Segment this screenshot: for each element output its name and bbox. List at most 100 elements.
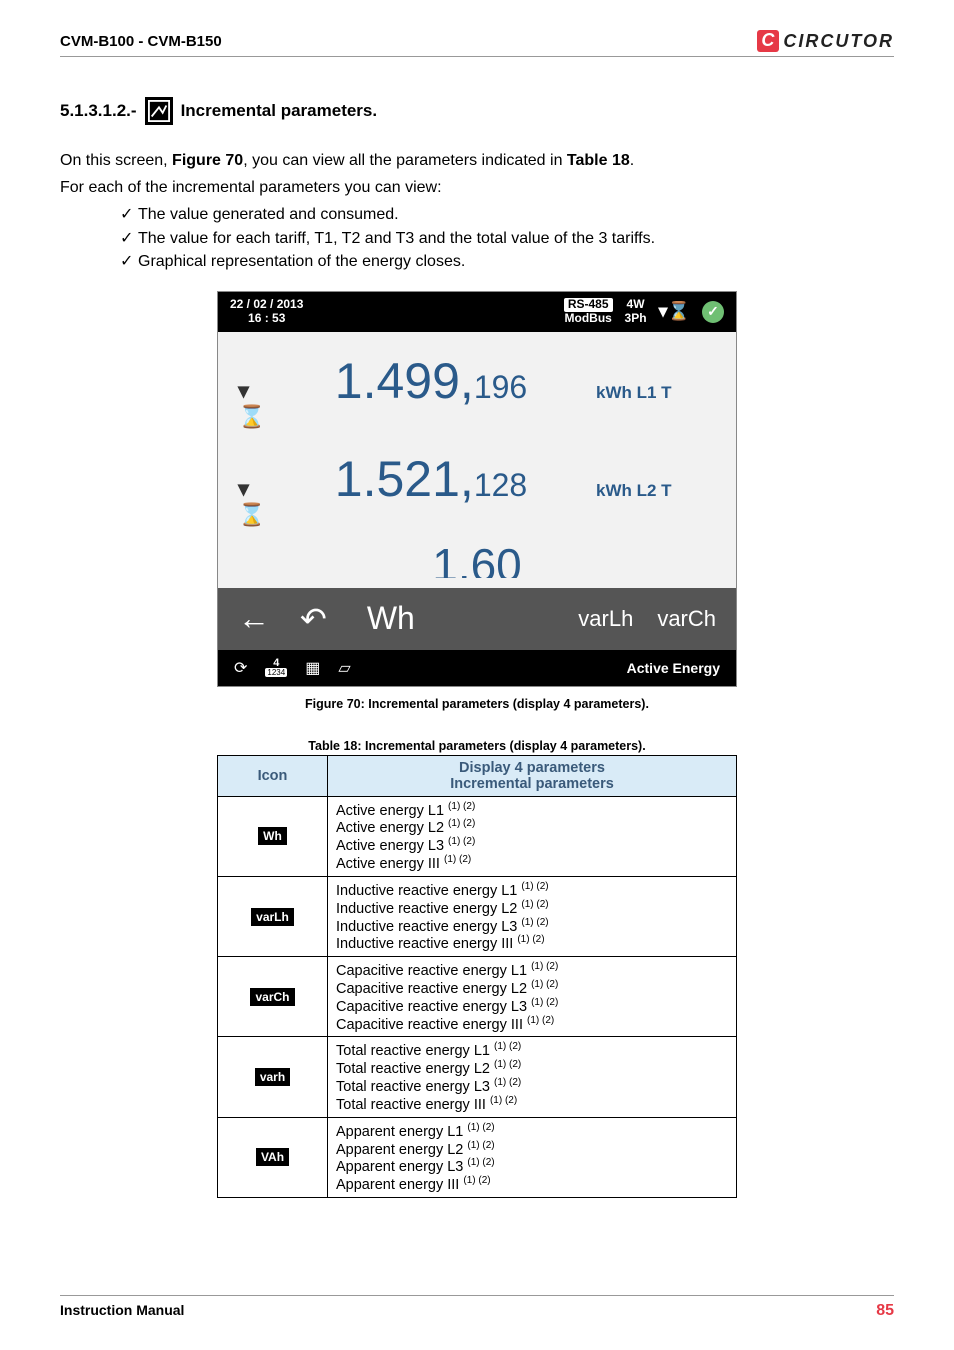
bullet-item: Graphical representation of the energy c… [120,250,894,273]
parameter-line: Apparent energy L2 (1) (2) [336,1140,728,1158]
parameter-line: Capacitive reactive energy L1 (1) (2) [336,961,728,979]
parameter-line: Capacitive reactive energy L2 (1) (2) [336,979,728,997]
parameter-icon-badge: varLh [251,908,294,926]
page-number: 85 [876,1302,894,1320]
parameter-icon-badge: varCh [250,988,294,1006]
section-heading: 5.1.3.1.2.- Incremental parameters. [60,97,894,125]
reading-partial: 1.60 [218,538,736,578]
intro-post: . [630,152,634,169]
icon-cell: varh [218,1037,328,1117]
bullet-item: The value generated and consumed. [120,203,894,226]
parameter-icon-badge: varh [255,1068,290,1086]
parameter-line: Capacitive reactive energy L3 (1) (2) [336,997,728,1015]
reading-row-1: ▾⌛ 1.499,196 kWh L1 T [218,342,736,440]
parameter-line: Total reactive energy L2 (1) (2) [336,1059,728,1077]
icon-cell: VAh [218,1117,328,1197]
parameter-line: Active energy L2 (1) (2) [336,818,728,836]
undo-arrow-icon[interactable]: ↶ [300,600,327,638]
rs485-label: RS-485 [564,298,613,312]
page-header: CVM-B100 - CVM-B150 CIRCUTOR [60,30,894,57]
intro-line-1: On this screen, Figure 70, you can view … [60,149,894,172]
brand-logo: CIRCUTOR [757,30,894,52]
grid-icon: ▦ [305,658,320,678]
icon-cell: Wh [218,796,328,876]
section-number: 5.1.3.1.2.- [60,101,137,121]
parameter-icon-badge: Wh [258,827,287,845]
device-screenshot: 22 / 02 / 2013 16 : 53 RS-485 ModBus 4W … [217,291,737,687]
icon-cell: varLh [218,876,328,956]
table-row: varLh Inductive reactive energy L1 (1) (2… [218,876,737,956]
hourglass-icon: ▾⌛ [238,476,266,528]
device-softkey-bar: ← ↶ Wh varLh varCh [218,588,736,650]
parameter-line: Inductive reactive energy L3 (1) (2) [336,917,728,935]
parameter-line: Active energy III (1) (2) [336,854,728,872]
chart-icon: ▱ [338,658,350,678]
table-header-desc: Display 4 parametersIncremental paramete… [328,755,737,796]
parameter-line: Apparent energy L1 (1) (2) [336,1122,728,1140]
parameter-line: Total reactive energy L1 (1) (2) [336,1041,728,1059]
description-cell: Total reactive energy L1 (1) (2)Total re… [328,1037,737,1117]
description-cell: Apparent energy L1 (1) (2)Apparent energ… [328,1117,737,1197]
incremental-icon [145,97,173,125]
status-ok-icon: ✓ [702,301,724,323]
parameter-line: Inductive reactive energy L1 (1) (2) [336,881,728,899]
active-energy-label: Active Energy [627,660,720,676]
section-title: Incremental parameters. [181,101,378,121]
reading-value-2: 1.521,128 [266,450,596,508]
description-cell: Inductive reactive energy L1 (1) (2)Indu… [328,876,737,956]
parameter-line: Apparent energy III (1) (2) [336,1175,728,1193]
intro-mid: , you can view all the parameters indica… [243,152,567,169]
table-caption: Table 18: Incremental parameters (displa… [60,739,894,753]
varlh-label[interactable]: varLh [578,606,633,632]
parameter-line: Inductive reactive energy L2 (1) (2) [336,899,728,917]
logo-c-icon [757,30,779,52]
intro-line-2: For each of the incremental parameters y… [60,176,894,199]
device-status-bar: 22 / 02 / 2013 16 : 53 RS-485 ModBus 4W … [218,292,736,332]
back-arrow-icon[interactable]: ← [238,600,270,637]
comm-indicator: RS-485 ModBus [564,298,613,326]
parameter-line: Total reactive energy L3 (1) (2) [336,1077,728,1095]
parameter-line: Capacitive reactive energy III (1) (2) [336,1015,728,1033]
parameter-line: Active energy L1 (1) (2) [336,801,728,819]
display-mode-badge: 41234 [265,658,287,677]
wh-label[interactable]: Wh [367,600,415,637]
parameter-line: Total reactive energy III (1) (2) [336,1095,728,1113]
table-ref: Table 18 [567,152,630,169]
wiring-indicator: 4W 3Ph [625,298,647,326]
phases-label: 3Ph [625,312,647,326]
parameter-line: Apparent energy L3 (1) (2) [336,1157,728,1175]
reading-row-2: ▾⌛ 1.521,128 kWh L2 T [218,440,736,538]
device-footer-bar: ⟳ 41234 ▦ ▱ Active Energy [218,650,736,686]
table-row: VAhApparent energy L1 (1) (2)Apparent en… [218,1117,737,1197]
table-row: WhActive energy L1 (1) (2)Active energy … [218,796,737,876]
parameter-icon-badge: VAh [256,1148,289,1166]
reading-value-1: 1.499,196 [266,352,596,410]
table-row: varCh Capacitive reactive energy L1 (1) (… [218,957,737,1037]
time: 16 : 53 [230,312,303,326]
speed-icon: ⟳ [234,658,247,678]
description-cell: Capacitive reactive energy L1 (1) (2)Cap… [328,957,737,1037]
product-title: CVM-B100 - CVM-B150 [60,33,222,50]
table-header-icon: Icon [218,755,328,796]
wires-label: 4W [625,298,647,312]
reading-unit-2: kWh L2 T [596,481,716,501]
datetime: 22 / 02 / 2013 16 : 53 [230,298,303,326]
bullet-item: The value for each tariff, T1, T2 and T3… [120,227,894,250]
parameter-line: Active energy L3 (1) (2) [336,836,728,854]
parameters-table: Icon Display 4 parametersIncremental par… [217,755,737,1199]
reading-unit-1: kWh L1 T [596,383,716,403]
footer-manual: Instruction Manual [60,1302,184,1320]
intro-pre: On this screen, [60,152,172,169]
page-footer: Instruction Manual 85 [60,1295,894,1320]
bullet-list: The value generated and consumed. The va… [120,203,894,273]
figure-ref: Figure 70 [172,152,243,169]
brand-name: CIRCUTOR [783,31,894,52]
date: 22 / 02 / 2013 [230,298,303,312]
table-row: varhTotal reactive energy L1 (1) (2)Tota… [218,1037,737,1117]
hourglass-icon: ▾⌛ [238,378,266,430]
device-body: ▾⌛ 1.499,196 kWh L1 T ▾⌛ 1.521,128 kWh L… [218,332,736,588]
parameter-line: Inductive reactive energy III (1) (2) [336,934,728,952]
varch-label[interactable]: varCh [657,606,716,632]
icon-cell: varCh [218,957,328,1037]
modbus-label: ModBus [564,312,613,326]
